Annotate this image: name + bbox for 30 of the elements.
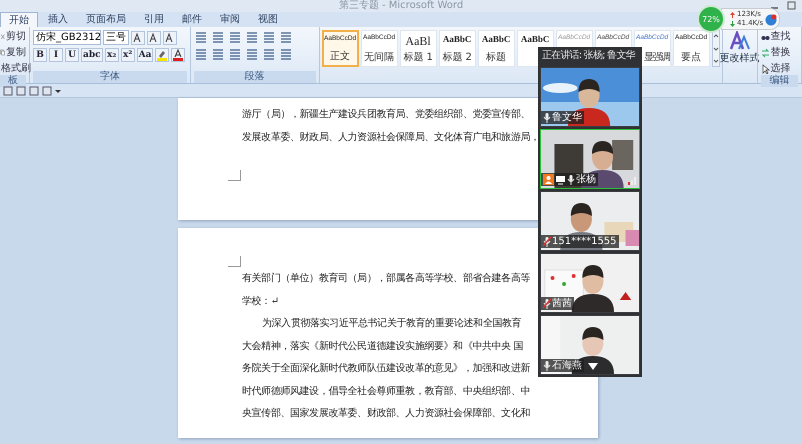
document-text-line: 务院关于全面深化新时代教师队伍建设改革的意见》，加强和改进新 (242, 362, 530, 376)
group-label: 字体 (33, 71, 187, 83)
document-text-line: 学校：↵ (242, 294, 279, 308)
group-label: 板 (0, 75, 26, 87)
style-caption: 要点 (681, 50, 702, 64)
style-sample: AaBbC (442, 34, 472, 44)
style-caption: 无间隔 (364, 51, 394, 64)
participant-name: 张杨 (576, 173, 596, 186)
style-caption: 标题 2 (442, 50, 472, 64)
participant-name: 石海燕 (552, 359, 582, 372)
style-sample: AaBbC (520, 34, 550, 44)
document-text-line: 发展改革委、财政局、人力资源社会保障局、文化体育广电和旅游局， (242, 130, 540, 144)
style-sample: AaBbC (482, 34, 510, 44)
document-text-line: 时代师德师风建设，倡导全社会尊师重教，教育部、中央组织部、中 (242, 384, 530, 398)
document-text-line: 大会精神，落实《新时代公民道德建设实施纲要》和《中共中央 国 (242, 340, 524, 354)
style-caption: 正文 (330, 50, 350, 63)
document-text-line: 央宣传部、国家发展改革委、财政部、人力资源社会保障部、文化和 (242, 406, 530, 421)
document-text-line: 游厅（局），新疆生产建设兵团教育局、党委组织部、党委宣传部、 (242, 108, 530, 122)
participant-name: 鲁文华 (552, 111, 582, 124)
participant-name: 151****1555 (552, 235, 617, 248)
style-sample: AaBl (405, 34, 431, 49)
document-text-line: 有关部门（单位）教育司（局），部属各高等学校、部省合建各高等 (242, 272, 530, 286)
document-text-line: 为深入贯彻落实习近平总书记关于教育的重要论述和全国教育 (261, 316, 522, 331)
style-caption: 标题 (486, 50, 506, 64)
style-caption: 标题 1 (403, 50, 433, 64)
group-label: 编辑 (760, 75, 798, 87)
group-label: 段落 (194, 71, 316, 83)
participant-name: 茜茜 (552, 297, 572, 310)
style-caption: 显强调 (644, 51, 670, 64)
window-title: 第三专题 - Microsoft Word (338, 0, 464, 12)
